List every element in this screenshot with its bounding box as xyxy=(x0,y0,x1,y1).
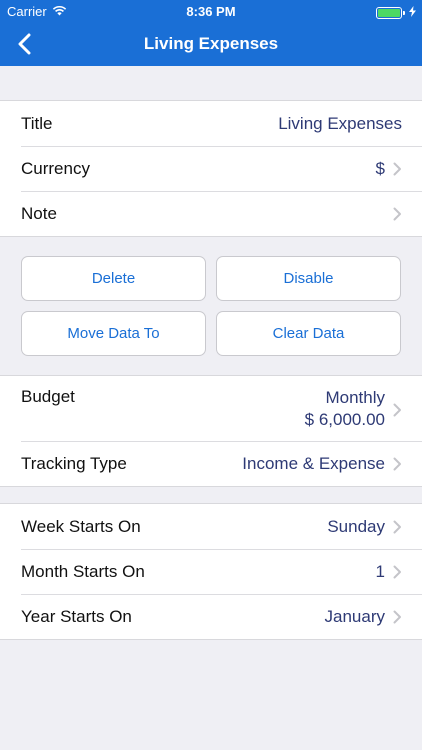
delete-button[interactable]: Delete xyxy=(21,256,206,301)
currency-label: Currency xyxy=(21,158,90,178)
title-row[interactable]: Title Living Expenses xyxy=(0,101,422,146)
move-data-button[interactable]: Move Data To xyxy=(21,311,206,356)
status-right xyxy=(376,5,416,20)
year-starts-row[interactable]: Year Starts On January xyxy=(0,594,422,639)
chevron-left-icon xyxy=(18,33,30,55)
disable-button[interactable]: Disable xyxy=(216,256,401,301)
period-group: Week Starts On Sunday Month Starts On 1 … xyxy=(0,503,422,640)
tracking-type-value: Income & Expense xyxy=(242,453,385,473)
budget-period: Monthly xyxy=(325,388,385,407)
budget-amount: $ 6,000.00 xyxy=(304,410,385,429)
week-starts-row[interactable]: Week Starts On Sunday xyxy=(0,504,422,549)
app-header: Carrier 8:36 PM Living Expenses xyxy=(0,0,422,66)
month-starts-row[interactable]: Month Starts On 1 xyxy=(0,549,422,594)
currency-row[interactable]: Currency $ xyxy=(0,146,422,191)
budget-label: Budget xyxy=(21,387,75,406)
currency-value: $ xyxy=(375,158,385,178)
month-starts-value: 1 xyxy=(375,561,385,581)
year-starts-value: January xyxy=(324,606,385,626)
clear-data-button[interactable]: Clear Data xyxy=(216,311,401,356)
week-starts-value: Sunday xyxy=(327,516,385,536)
info-group: Title Living Expenses Currency $ Note xyxy=(0,100,422,237)
battery-icon xyxy=(376,6,405,19)
chevron-right-icon xyxy=(393,610,401,623)
chevron-right-icon xyxy=(393,403,401,417)
status-bar: Carrier 8:36 PM xyxy=(0,0,422,22)
tracking-type-row[interactable]: Tracking Type Income & Expense xyxy=(0,441,422,486)
week-starts-label: Week Starts On xyxy=(21,516,141,536)
charging-bolt-icon xyxy=(409,5,416,20)
nav-title: Living Expenses xyxy=(143,34,279,53)
budget-value: Monthly $ 6,000.00 xyxy=(305,387,385,431)
nav-bar: Living Expenses xyxy=(0,22,422,66)
chevron-right-icon xyxy=(393,162,401,175)
note-row[interactable]: Note xyxy=(0,191,422,236)
back-button[interactable] xyxy=(6,26,42,62)
status-time: 8:36 PM xyxy=(186,4,236,19)
chevron-right-icon xyxy=(393,457,401,470)
chevron-right-icon xyxy=(393,565,401,578)
budget-row[interactable]: Budget Monthly $ 6,000.00 xyxy=(0,376,422,441)
year-starts-label: Year Starts On xyxy=(21,606,132,626)
tracking-type-label: Tracking Type xyxy=(21,453,127,473)
battery-level xyxy=(378,8,400,17)
title-label: Title xyxy=(21,113,53,133)
action-buttons: Delete Disable Move Data To Clear Data xyxy=(21,256,401,356)
chevron-right-icon xyxy=(393,207,401,220)
budget-group: Budget Monthly $ 6,000.00 Tracking Type … xyxy=(0,375,422,487)
note-label: Note xyxy=(21,203,57,223)
month-starts-label: Month Starts On xyxy=(21,561,145,581)
chevron-right-icon xyxy=(393,520,401,533)
title-value: Living Expenses xyxy=(278,113,402,133)
